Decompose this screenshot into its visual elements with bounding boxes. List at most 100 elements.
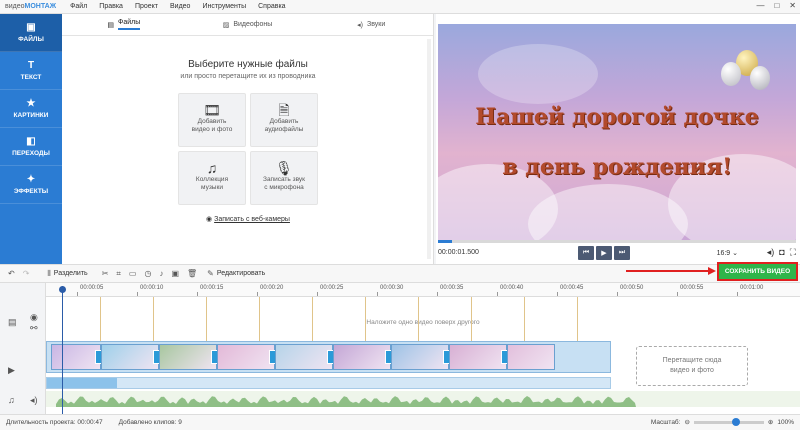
crop-icon[interactable]: ⌗	[116, 269, 121, 279]
volume-icon[interactable]: ◂)	[767, 247, 775, 258]
edit-toolbar: ↶ ↷ ⫴ Разделить ✂ ⌗ ▭ ◷ ♪ ▣ 🗑 ✎ Редактир…	[0, 264, 800, 283]
status-bar: Длительность проекта: 00:00:47 Добавлено…	[0, 414, 800, 430]
minimize-icon[interactable]: —	[756, 1, 764, 10]
clock-icon[interactable]: ◷	[144, 269, 151, 278]
record-microphone-button[interactable]: 🎙 Записать звук с микрофона	[250, 151, 318, 205]
picture-icon[interactable]: ▣	[171, 269, 179, 278]
ruler-tick: 00:00:35	[436, 285, 464, 296]
music-collection-button[interactable]: ♫ Коллекция музыки	[178, 151, 246, 205]
playhead-handle[interactable]	[59, 286, 66, 293]
sidebar-item-files[interactable]: ▣ ФАЙЛЫ	[0, 14, 62, 52]
ruler-tick: 00:00:25	[316, 285, 344, 296]
menu-video[interactable]: Видео	[164, 3, 196, 10]
ruler-tick: 00:01:00	[736, 285, 764, 296]
sidebar-item-pictures[interactable]: ★ КАРТИНКИ	[0, 90, 62, 128]
tab-sounds[interactable]: ◂) Звуки	[309, 14, 433, 35]
edit-button[interactable]: Редактировать	[217, 270, 265, 277]
add-video-photo-button[interactable]: 🎞 Добавить видео и фото	[178, 93, 246, 147]
clip-count: Добавлено клипов: 9	[118, 419, 182, 426]
undo-icon[interactable]: ↶	[8, 269, 15, 278]
delete-icon[interactable]: 🗑	[187, 269, 197, 278]
add-audio-button[interactable]: 🗎 Добавить аудиофайлы	[250, 93, 318, 147]
sidebar-item-effects[interactable]: ✦ ЭФФЕКТЫ	[0, 166, 62, 204]
maximize-icon[interactable]: □	[774, 1, 779, 10]
menu-project[interactable]: Проект	[129, 3, 164, 10]
playhead[interactable]	[62, 286, 63, 426]
close-icon[interactable]: ✕	[789, 1, 796, 10]
zoom-out-icon[interactable]: ⊖	[684, 418, 689, 426]
files-subtitle: или просто перетащите их из проводника	[180, 73, 316, 80]
zoom-slider[interactable]	[693, 417, 764, 426]
audio-track[interactable]	[46, 391, 800, 407]
music-notes-icon: ♫	[206, 160, 218, 176]
frame-icon[interactable]: ▭	[129, 269, 137, 278]
files-panel: ▤ Файлы ▨ Видеофоны ◂) Звуки Выберите нужны…	[62, 14, 434, 264]
redo-icon[interactable]: ↷	[23, 269, 30, 278]
video-clip[interactable]	[51, 344, 101, 370]
transition-icon: ◧	[26, 136, 36, 147]
menu-tools[interactable]: Инструменты	[196, 3, 252, 10]
play-button[interactable]: ▶	[596, 246, 612, 260]
cut-icon[interactable]: ✂	[102, 269, 109, 278]
zoom-in-icon[interactable]: ⊕	[768, 418, 773, 426]
sidebar-item-text[interactable]: T ТЕКСТ	[0, 52, 62, 90]
music-track[interactable]	[46, 377, 611, 389]
balloon-image	[721, 62, 741, 86]
edit-icon[interactable]: ✎	[207, 269, 214, 278]
time-ruler[interactable]: 00:00:05 00:00:10 00:00:15 00:00:20 00:00:25…	[46, 283, 800, 297]
video-clip[interactable]	[217, 344, 275, 370]
camera-icon[interactable]: ◘	[779, 247, 784, 258]
star-icon: ★	[26, 98, 36, 109]
ruler-tick: 00:00:30	[376, 285, 404, 296]
timeline: ▤ ◉ ⚯ ▶ ♫ ◂) 00:00:05 00:00:10 00:00:15 00:…	[0, 283, 800, 414]
overlay-track-icon: ▤	[8, 317, 17, 327]
sidebar-item-label: ФАЙЛЫ	[18, 36, 44, 43]
audio-file-icon: 🗎	[278, 102, 290, 118]
selected-segment[interactable]	[47, 378, 117, 388]
drop-zone[interactable]: Перетащите сюда видео и фото	[636, 346, 748, 386]
next-frame-button[interactable]: ⏭	[614, 246, 630, 260]
video-clip[interactable]	[391, 344, 449, 370]
video-clip[interactable]	[159, 344, 217, 370]
tab-backgrounds[interactable]: ▨ Видеофоны	[186, 14, 310, 35]
track-headers: ▤ ◉ ⚯ ▶ ♫ ◂)	[0, 283, 46, 414]
video-clip[interactable]	[101, 344, 159, 370]
video-clip[interactable]	[507, 344, 555, 370]
audio-clip-icon[interactable]: ♪	[159, 269, 163, 278]
annotation-arrowhead	[708, 267, 716, 275]
webcam-icon: ◉	[206, 216, 215, 223]
overlay-marker	[259, 297, 260, 341]
link-icon[interactable]: ⚯	[30, 323, 38, 334]
eye-icon[interactable]: ◉	[30, 312, 38, 323]
menu-edit[interactable]: Правка	[93, 3, 129, 10]
ruler-tick: 00:00:45	[556, 285, 584, 296]
sidebar-item-transitions[interactable]: ◧ ПЕРЕХОДЫ	[0, 128, 62, 166]
microphone-icon: 🎙	[275, 160, 293, 176]
speaker-icon[interactable]: ◂)	[30, 395, 38, 406]
video-clip[interactable]	[333, 344, 391, 370]
tab-files[interactable]: ▤ Файлы	[62, 14, 186, 35]
greeting-title-line1: Нашей дорогой дочке	[475, 104, 759, 130]
sidebar-item-label: ЭФФЕКТЫ	[13, 188, 49, 195]
video-clip[interactable]	[275, 344, 333, 370]
split-button[interactable]: Разделить	[54, 270, 88, 277]
menu-file[interactable]: Файл	[64, 3, 93, 10]
overlay-hint: Наложите одно видео поверх другого	[366, 319, 480, 326]
split-icon[interactable]: ⫴	[47, 269, 50, 279]
fullscreen-icon[interactable]: ⛶	[790, 247, 796, 258]
video-track[interactable]	[46, 341, 611, 373]
aspect-ratio-select[interactable]: 16:9 ⌄	[717, 249, 738, 257]
ruler-tick: 00:00:55	[676, 285, 704, 296]
ruler-tick: 00:00:40	[496, 285, 524, 296]
playback-progress[interactable]	[438, 240, 796, 243]
record-webcam-link[interactable]: ◉ Записать с веб-камеры	[62, 215, 434, 223]
files-scrollbar[interactable]	[427, 39, 431, 259]
ruler-tick: 00:00:50	[616, 285, 644, 296]
previous-frame-button[interactable]: ⏮	[578, 246, 594, 260]
menu-help[interactable]: Справка	[252, 3, 291, 10]
save-video-button[interactable]: СОХРАНИТЬ ВИДЕО	[717, 262, 798, 281]
video-preview[interactable]: Нашей дорогой дочке в день рождения!	[438, 24, 796, 240]
overlay-marker	[471, 297, 472, 341]
speaker-icon: ◂)	[357, 21, 363, 29]
video-clip[interactable]	[449, 344, 507, 370]
